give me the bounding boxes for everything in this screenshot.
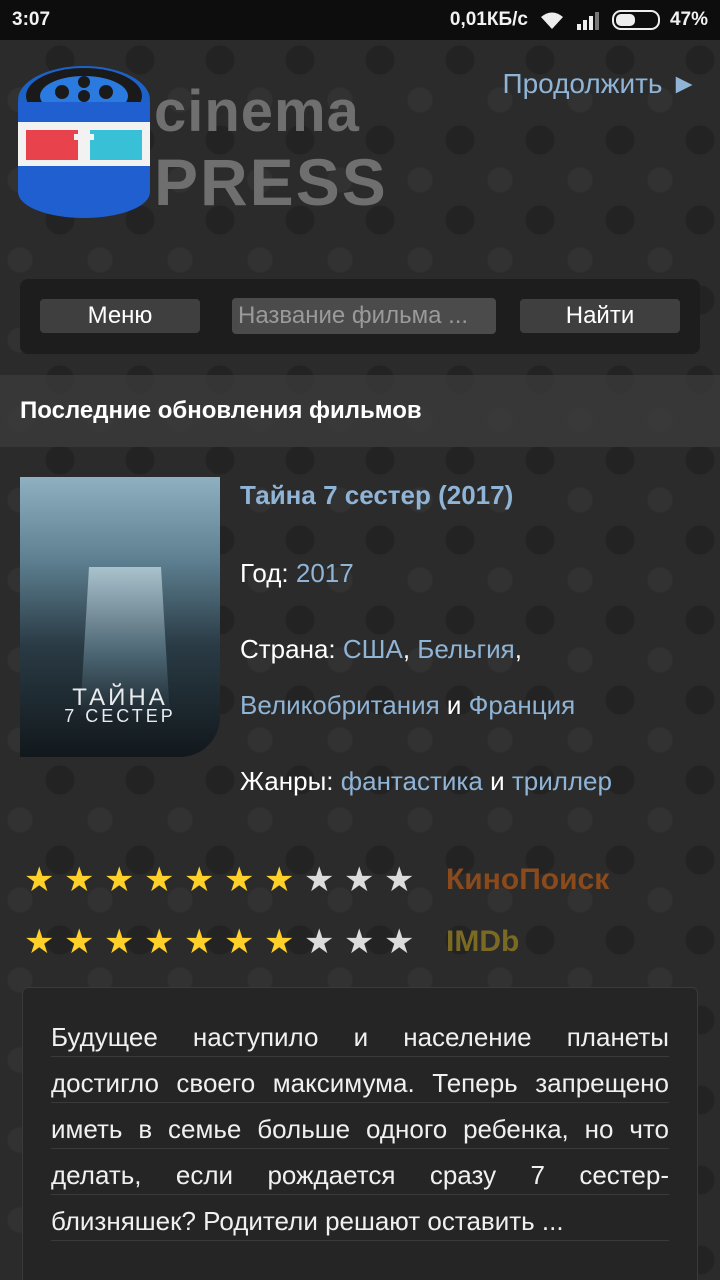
star-filled-icon: ★ [64,923,95,961]
star-filled-icon: ★ [184,861,215,899]
star-filled-icon: ★ [144,861,175,899]
section-title: Последние обновления фильмов [20,397,422,424]
kinopoisk-label[interactable]: КиноПоиск [446,863,609,897]
country-link-uk[interactable]: Великобритания [240,690,440,720]
year-link[interactable]: 2017 [296,558,354,588]
star-empty-icon: ★ [384,861,415,899]
country-link-france[interactable]: Франция [469,690,576,720]
star-filled-icon: ★ [24,923,55,961]
star-filled-icon: ★ [264,861,295,899]
logo-press-text: PRESS [154,145,388,219]
country-link-belgium[interactable]: Бельгия [417,634,514,664]
star-empty-icon: ★ [304,923,335,961]
description-box: Будущее наступило и население планеты до… [22,987,698,1280]
movie-description: Будущее наступило и население планеты до… [51,1014,669,1244]
movie-poster[interactable]: ТАЙНА 7 СЕСТЕР [20,477,220,757]
battery-icon [611,10,660,30]
section-header: Последние обновления фильмов [0,375,720,447]
network-speed: 0,01КБ/с [449,9,528,30]
star-filled-icon: ★ [104,923,135,961]
star-filled-icon: ★ [64,861,95,899]
star-filled-icon: ★ [224,923,255,961]
star-filled-icon: ★ [264,923,295,961]
star-empty-icon: ★ [384,923,415,961]
film-reel-3d-glasses-icon [18,66,150,218]
battery-percent: 47% [669,9,708,30]
imdb-label[interactable]: IMDb [446,925,519,959]
country-row: Страна: США, Бельгия, [240,634,522,664]
star-empty-icon: ★ [344,861,375,899]
country-label: Страна: [240,634,343,664]
signal-icon [576,12,599,30]
genres-row: Жанры: фантастика и триллер [240,766,612,796]
year-label: Год: [240,558,296,588]
star-filled-icon: ★ [24,861,55,899]
status-icons: 0,01КБ/с 47% [450,9,708,31]
poster-title: ТАЙНА 7 СЕСТЕР [64,684,176,726]
star-rating-imdb: ★ ★ ★ ★ ★ ★ ★ ★ ★ ★ [24,923,416,961]
wifi-icon [540,12,563,29]
rating-row-imdb: ★ ★ ★ ★ ★ ★ ★ ★ ★ ★ IMDb [24,922,684,962]
find-button[interactable]: Найти [520,299,680,333]
star-empty-icon: ★ [304,861,335,899]
status-bar: 3:07 0,01КБ/с 47% [0,0,720,40]
genres-label: Жанры: [240,766,341,796]
header: cinema PRESS Продолжить ► [0,40,720,270]
star-filled-icon: ★ [144,923,175,961]
country-link-usa[interactable]: США [343,634,403,664]
star-filled-icon: ★ [224,861,255,899]
logo-cinema-text: cinema [154,79,360,144]
status-time: 3:07 [12,9,51,30]
star-filled-icon: ★ [104,861,135,899]
rating-row-kinopoisk: ★ ★ ★ ★ ★ ★ ★ ★ ★ ★ КиноПоиск [24,860,684,900]
search-bar: Меню Найти [20,279,700,354]
genre-link-fantastika[interactable]: фантастика [341,766,483,796]
menu-button[interactable]: Меню [40,299,200,333]
movie-title-link[interactable]: Тайна 7 сестер (2017) [240,480,513,510]
star-rating-kinopoisk: ★ ★ ★ ★ ★ ★ ★ ★ ★ ★ [24,861,416,899]
search-input[interactable] [232,298,496,334]
site-logo[interactable]: cinema PRESS [14,62,386,257]
year-row: Год: 2017 [240,558,354,589]
continue-link[interactable]: Продолжить ► [502,68,698,100]
country-row-2: Великобритания и Франция [240,690,576,720]
star-empty-icon: ★ [344,923,375,961]
star-filled-icon: ★ [184,923,215,961]
genre-link-thriller[interactable]: триллер [512,766,612,796]
